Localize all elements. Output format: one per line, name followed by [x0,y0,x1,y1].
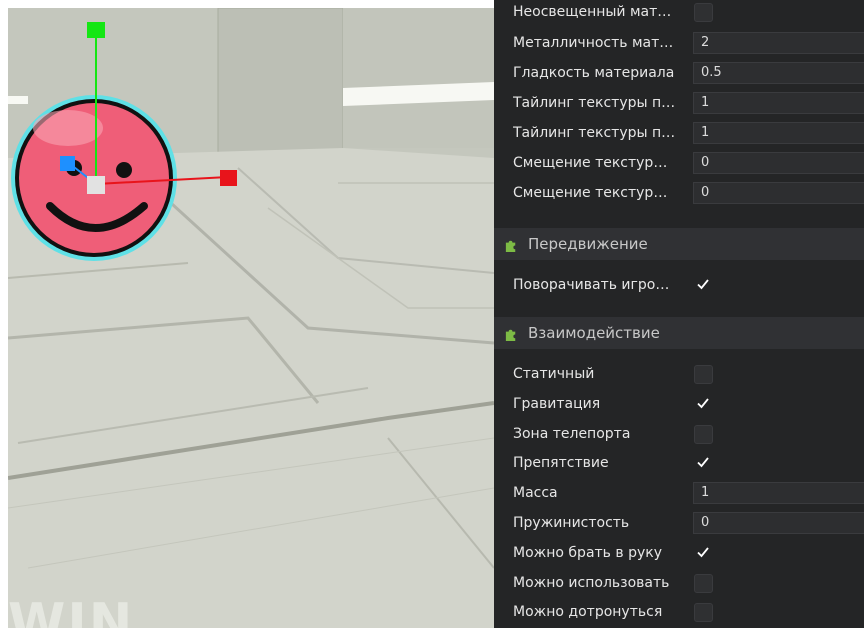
property-row: Неосвещенный мат… [494,0,864,27]
property-label: Масса [513,485,558,502]
property-label: Поворачивать игро… [513,277,670,293]
puzzle-piece-icon [505,240,516,252]
property-row: Тайлинг текстуры п… 1 [494,88,864,118]
gizmo-center-handle[interactable] [87,176,105,194]
checkbox-checked[interactable] [694,454,713,473]
property-row: Пружинистость 0 [494,508,864,538]
number-input[interactable]: 0.5 [693,62,864,84]
number-input[interactable]: 1 [693,122,864,144]
puzzle-piece-icon [505,329,516,341]
section-title: Взаимодействие [528,324,660,342]
property-row: Гравитация [494,389,864,419]
property-label: Пружинистость [513,515,630,531]
property-label: Статичный [513,366,595,382]
property-row: Можно брать в руку [494,538,864,568]
checkbox-checked[interactable] [694,276,713,295]
checkbox[interactable] [694,603,713,623]
property-row: Можно дотронуться [494,597,864,627]
transform-gizmo[interactable] [56,22,256,202]
property-row: Смещение текстур… 0 [494,178,864,208]
gizmo-y-handle[interactable] [87,22,105,38]
scene-viewport[interactable]: WIN [8,8,494,628]
checkbox-checked[interactable] [694,395,713,414]
property-row: Масса 1 [494,478,864,508]
property-label: Гравитация [513,395,601,412]
number-input[interactable]: 1 [693,482,864,505]
property-label: Можно использовать [513,574,670,591]
number-input[interactable]: 2 [693,32,864,54]
section-header[interactable]: Передвижение [494,228,864,260]
number-input[interactable]: 0 [693,182,864,204]
property-label: Зона телепорта [513,425,631,442]
checkbox[interactable] [694,3,713,22]
checkbox-checked[interactable] [694,544,713,563]
checkmark-icon [697,457,709,468]
gizmo-x-axis[interactable] [95,176,229,185]
property-label: Можно дотронуться [513,604,663,621]
checkmark-icon [697,398,709,409]
gizmo-x-handle[interactable] [220,170,237,186]
number-input[interactable]: 0 [693,152,864,174]
checkbox[interactable] [694,365,713,384]
number-input[interactable]: 0 [693,512,864,534]
property-label: Можно брать в руку [513,544,662,561]
checkmark-icon [697,547,709,558]
property-label: Гладкость материала [513,65,675,81]
property-row: Зона телепорта [494,419,864,449]
checkbox[interactable] [694,424,713,444]
property-label: Тайлинг текстуры п… [513,95,676,111]
editor-window: WIN Неосвещенный мат… Металличность мат… 2… [0,0,864,628]
property-row: Статичный [494,359,864,389]
gizmo-z-handle[interactable] [60,156,75,171]
property-label: Препятствие [513,455,609,472]
property-label: Смещение текстур… [513,185,668,201]
checkmark-icon [697,279,709,290]
number-input[interactable]: 1 [693,92,864,114]
inspector-panel: Неосвещенный мат… Металличность мат… 2 Глад… [494,0,864,628]
property-label: Неосвещенный мат… [513,4,672,20]
section-header[interactable]: Взаимодействие [494,317,864,349]
section-title: Передвижение [528,235,648,253]
property-row: Можно использовать [494,568,864,598]
property-row: Смещение текстур… 0 [494,148,864,178]
watermark-text: WIN [8,593,135,628]
property-label: Тайлинг текстуры п… [513,125,676,141]
property-row: Поворачивать игро… [494,270,864,300]
property-label: Смещение текстур… [513,155,668,171]
property-row: Гладкость материала 0.5 [494,58,864,88]
property-row: Металличность мат… 2 [494,28,864,58]
checkbox[interactable] [694,573,713,593]
property-row: Препятствие [494,448,864,478]
property-row: Тайлинг текстуры п… 1 [494,118,864,148]
property-label: Металличность мат… [513,35,674,51]
